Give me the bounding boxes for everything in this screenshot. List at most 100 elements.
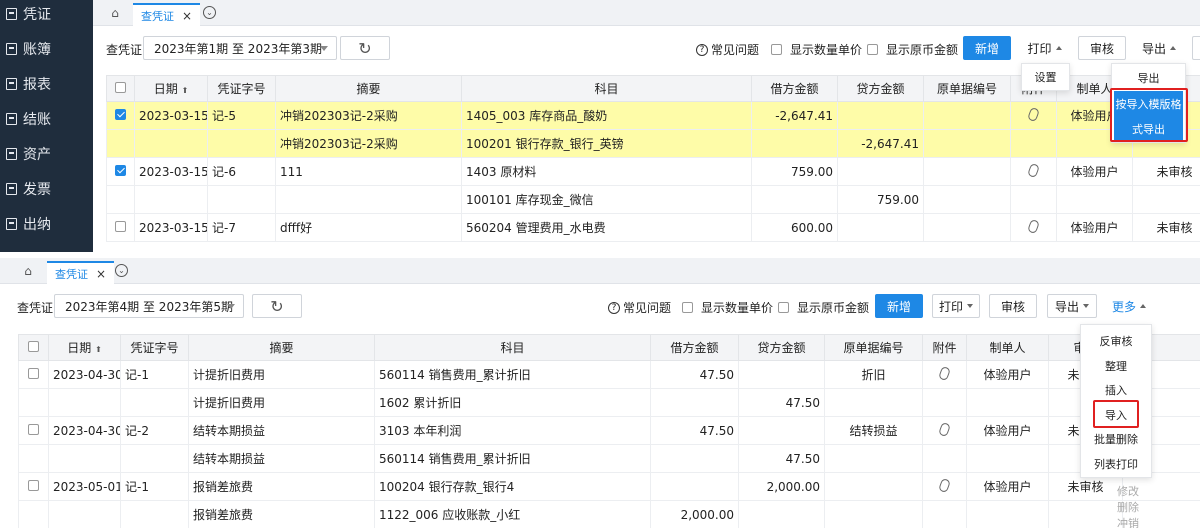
tab-voucher-query[interactable]: 查凭证 × <box>47 261 115 284</box>
show-orig-checkbox[interactable]: 显示原币金额 <box>867 41 958 58</box>
more-menu-item[interactable]: 列表打印 <box>1081 452 1151 477</box>
faq-link[interactable]: ? 常见问题 <box>696 41 759 58</box>
row-select-cell[interactable] <box>106 129 135 158</box>
show-qty-checkbox[interactable]: 显示数量单价 <box>682 299 773 316</box>
row-select-cell[interactable] <box>106 213 135 242</box>
delete-action[interactable]: 删除 <box>1108 500 1148 516</box>
voucher-no-cell[interactable]: 记-7 <box>207 213 276 242</box>
refresh-icon: ↻ <box>270 296 284 316</box>
row-select-cell[interactable] <box>106 157 135 186</box>
row-checkbox-icon[interactable] <box>115 164 126 176</box>
home-icon[interactable]: ⌂ <box>107 5 123 21</box>
credit-cell <box>738 360 825 389</box>
voucher-no-cell[interactable]: 记-5 <box>207 101 276 130</box>
more-menu-item[interactable]: 插入 <box>1081 378 1151 403</box>
voucher-no-cell[interactable] <box>120 500 189 528</box>
more-menu-item[interactable]: 批量删除 <box>1081 427 1151 452</box>
voucher-no-cell[interactable] <box>207 129 276 158</box>
audit-button[interactable]: 审核 <box>989 294 1037 318</box>
table-row[interactable]: 2023-03-15 记-7 dfff好 560204 管理费用_水电费 600.00 体… <box>106 213 1200 242</box>
voucher-no-cell[interactable] <box>120 444 189 473</box>
reverse-action[interactable]: 冲销 <box>1108 516 1148 528</box>
row-checkbox-icon[interactable] <box>28 479 39 491</box>
table-row[interactable]: 计提折旧费用 1602 累计折旧 47.50 <box>18 388 1200 417</box>
sidebar-item[interactable]: 结账 <box>0 101 93 137</box>
col-summary: 摘要 <box>188 334 375 361</box>
paperclip-icon[interactable] <box>1027 162 1040 178</box>
table-row[interactable]: 2023-04-30 记-1 计提折旧费用 560114 销售费用_累计折旧 47.50… <box>18 360 1200 389</box>
more-menu-item[interactable]: 反审核 <box>1081 329 1151 354</box>
home-icon[interactable]: ⌂ <box>20 263 36 279</box>
voucher-no-cell[interactable]: 记-1 <box>120 472 189 501</box>
row-actions: 修改 删除 冲销 <box>1108 484 1148 528</box>
show-orig-checkbox[interactable]: 显示原币金额 <box>778 299 869 316</box>
chevron-down-icon[interactable]: ⌄ <box>203 6 216 19</box>
period-select[interactable]: 2023年第4期 至 2023年第5期 <box>54 294 244 318</box>
export-button[interactable]: 导出 <box>1047 294 1097 318</box>
add-button[interactable]: 新增 <box>875 294 923 318</box>
paperclip-icon[interactable] <box>938 365 951 381</box>
col-date[interactable]: 日期 ⬆ <box>134 75 208 102</box>
row-checkbox-icon[interactable] <box>28 423 39 435</box>
select-all-cell[interactable] <box>18 334 49 361</box>
table-row[interactable]: 2023-04-30 记-2 结转本期损益 3103 本年利润 47.50 结转损益 体验用… <box>18 416 1200 445</box>
table-row[interactable]: 冲销202303记-2采购 100201 银行存款_银行_英镑 -2,647.41 <box>106 129 1200 158</box>
export-menu-export[interactable]: 导出 <box>1112 64 1185 91</box>
row-select-cell[interactable] <box>106 101 135 130</box>
refresh-button[interactable]: ↻ <box>252 294 302 318</box>
chevron-down-icon[interactable]: ⌄ <box>115 264 128 277</box>
paperclip-icon[interactable] <box>938 477 951 493</box>
edit-action[interactable]: 修改 <box>1108 484 1148 500</box>
show-qty-checkbox[interactable]: 显示数量单价 <box>771 41 862 58</box>
sidebar-item[interactable]: 资产 <box>0 136 93 172</box>
audit-button[interactable]: 审核 <box>1078 36 1126 60</box>
table-row[interactable]: 2023-05-01 记-1 报销差旅费 100204 银行存款_银行4 2,000.0… <box>18 472 1200 501</box>
row-checkbox-icon[interactable] <box>28 367 39 379</box>
table-row[interactable]: 100101 库存现金_微信 759.00 <box>106 185 1200 214</box>
voucher-no-cell[interactable]: 记-2 <box>120 416 189 445</box>
table-row[interactable]: 报销差旅费 1122_006 应收账款_小红 2,000.00 <box>18 500 1200 528</box>
row-select-cell[interactable] <box>18 500 49 528</box>
voucher-no-cell[interactable] <box>120 388 189 417</box>
print-button[interactable]: 打印 <box>932 294 980 318</box>
row-select-cell[interactable] <box>18 416 49 445</box>
sidebar-item[interactable]: 账簿 <box>0 31 93 67</box>
voucher-no-cell[interactable]: 记-6 <box>207 157 276 186</box>
refresh-button[interactable]: ↻ <box>340 36 390 60</box>
faq-link[interactable]: ? 常见问题 <box>608 299 671 316</box>
row-checkbox-icon[interactable] <box>115 108 126 120</box>
voucher-no-cell[interactable] <box>207 185 276 214</box>
row-checkbox-icon[interactable] <box>115 220 126 232</box>
row-select-cell[interactable] <box>18 472 49 501</box>
attach-cell <box>922 388 967 417</box>
more-button[interactable]: 更多 <box>1104 294 1154 318</box>
col-date[interactable]: 日期 ⬆ <box>48 334 121 361</box>
more-menu-item[interactable]: 整理 <box>1081 354 1151 379</box>
sidebar-item[interactable]: 报表 <box>0 66 93 102</box>
row-select-cell[interactable] <box>106 185 135 214</box>
select-all-cell[interactable] <box>106 75 135 102</box>
row-select-cell[interactable] <box>18 444 49 473</box>
export-button[interactable]: 导出 <box>1134 36 1184 60</box>
paperclip-icon[interactable] <box>1027 218 1040 234</box>
summary-cell: 结转本期损益 <box>188 444 375 473</box>
sidebar-item[interactable]: 发票 <box>0 171 93 207</box>
more-button-partial[interactable] <box>1192 36 1200 60</box>
voucher-no-cell[interactable]: 记-1 <box>120 360 189 389</box>
close-icon[interactable]: × <box>96 267 106 281</box>
close-icon[interactable]: × <box>182 9 192 23</box>
add-button[interactable]: 新增 <box>963 36 1011 60</box>
table-row[interactable]: 2023-03-15 记-6 111 1403 原材料 759.00 体验用户 未审核 <box>106 157 1200 186</box>
sidebar-item[interactable]: 出纳 <box>0 206 93 242</box>
print-button[interactable]: 打印 <box>1020 36 1069 60</box>
print-menu-settings[interactable]: 设置 <box>1022 64 1069 90</box>
row-select-cell[interactable] <box>18 388 49 417</box>
paperclip-icon[interactable] <box>938 421 951 437</box>
table-row[interactable]: 结转本期损益 560114 销售费用_累计折旧 47.50 <box>18 444 1200 473</box>
paperclip-icon[interactable] <box>1027 106 1040 122</box>
sidebar-item[interactable]: 凭证 <box>0 0 93 32</box>
table-row[interactable]: 2023-03-15 记-5 冲销202303记-2采购 1405_003 库存商品_… <box>106 101 1200 130</box>
tab-voucher-query[interactable]: 查凭证 × <box>133 3 201 26</box>
row-select-cell[interactable] <box>18 360 49 389</box>
period-select[interactable]: 2023年第1期 至 2023年第3期 <box>143 36 337 60</box>
